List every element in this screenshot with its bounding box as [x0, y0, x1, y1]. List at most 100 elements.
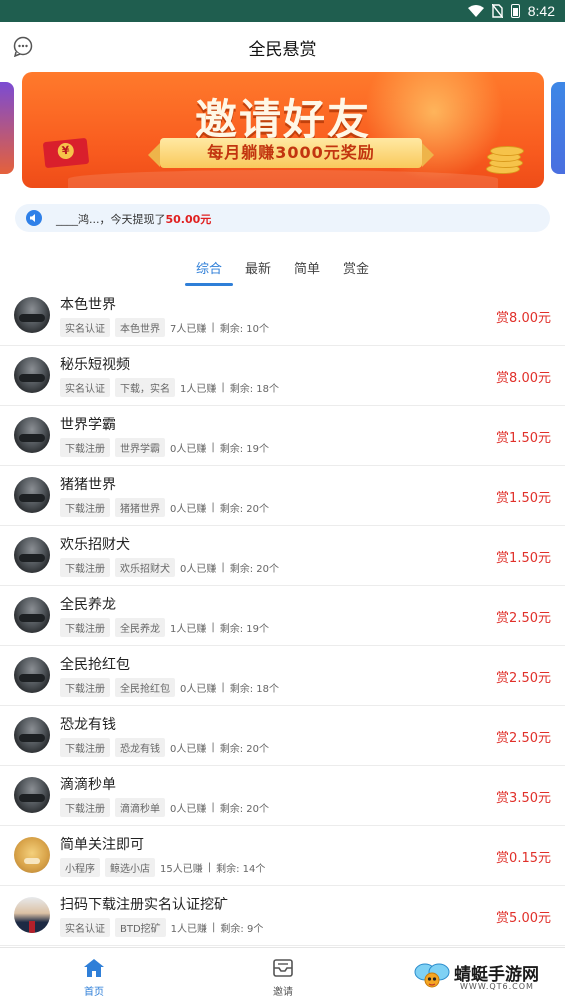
- banner-next-peek[interactable]: [551, 82, 565, 174]
- notice-text: ____鸿...，今天提现了50.00元: [56, 211, 211, 227]
- task-tag: 本色世界: [115, 318, 165, 337]
- task-reward: 赏1.50元: [496, 551, 551, 566]
- task-separator: |: [211, 622, 215, 633]
- task-tag: 实名认证: [60, 918, 110, 937]
- task-row[interactable]: 全民养龙 下载注册 全民养龙 1人已赚 | 剩余: 19个 赏2.50元: [0, 586, 565, 646]
- task-tag: 鲸选小店: [105, 858, 155, 877]
- task-row[interactable]: 全民抢红包 下载注册 全民抢红包 0人已赚 | 剩余: 18个 赏2.50元: [0, 646, 565, 706]
- task-tag: 下载，实名: [115, 378, 175, 397]
- task-reward: 赏2.50元: [496, 671, 551, 686]
- task-tag: 滴滴秒单: [115, 798, 165, 817]
- task-reward: 赏5.00元: [496, 911, 551, 926]
- task-remaining: 剩余: 20个: [219, 804, 270, 815]
- task-meta: 下载注册 滴滴秒单 0人已赚 | 剩余: 20个: [60, 798, 269, 817]
- banner-carousel[interactable]: 邀请好友 每月躺赚3000元奖励: [0, 72, 565, 192]
- task-row[interactable]: 欢乐招财犬 下载注册 欢乐招财犬 0人已赚 | 剩余: 20个 赏1.50元: [0, 526, 565, 586]
- task-earned-count: 1人已赚: [170, 924, 208, 935]
- status-bar: 8:42: [0, 0, 565, 22]
- nav-home-label: 首页: [84, 987, 104, 998]
- task-name: 世界学霸: [60, 417, 116, 433]
- task-row[interactable]: 滴滴秒单 下载注册 滴滴秒单 0人已赚 | 剩余: 20个 赏3.50元: [0, 766, 565, 826]
- task-separator: |: [221, 382, 225, 393]
- nav-home[interactable]: 首页: [54, 948, 134, 999]
- task-meta: 下载注册 全民养龙 1人已赚 | 剩余: 19个: [60, 618, 269, 637]
- status-icons: 8:42: [467, 2, 555, 20]
- tab-comprehensive[interactable]: 综合: [196, 258, 222, 277]
- task-avatar: [14, 657, 50, 693]
- task-remaining: 剩余: 18个: [229, 384, 280, 395]
- task-remaining: 剩余: 20个: [219, 504, 270, 515]
- app-header: 全民悬赏: [0, 22, 565, 70]
- task-avatar: [14, 537, 50, 573]
- task-meta: 实名认证 本色世界 7人已赚 | 剩余: 10个: [60, 318, 269, 337]
- wifi-icon: [467, 5, 484, 17]
- task-name: 秘乐短视频: [60, 357, 130, 373]
- task-tag: 世界学霸: [115, 438, 165, 457]
- tab-simple[interactable]: 简单: [294, 258, 320, 277]
- task-name: 全民抢红包: [60, 657, 130, 673]
- task-avatar: [14, 777, 50, 813]
- task-remaining: 剩余: 20个: [229, 564, 280, 575]
- filter-tabs: 综合 最新 简单 赏金: [0, 256, 565, 286]
- task-avatar: [14, 417, 50, 453]
- notice-message: ____鸿...，今天提现了: [56, 213, 166, 226]
- task-meta: 下载注册 全民抢红包 0人已赚 | 剩余: 18个: [60, 678, 279, 697]
- task-earned-count: 0人已赚: [170, 744, 207, 755]
- task-name: 恐龙有钱: [60, 717, 116, 733]
- task-remaining: 剩余: 19个: [219, 444, 270, 455]
- no-sim-icon: [491, 4, 503, 18]
- nav-invite[interactable]: 邀请: [243, 948, 323, 999]
- coin-stack-icon: [486, 146, 526, 176]
- task-separator: |: [207, 862, 212, 873]
- task-row[interactable]: 简单关注即可 小程序 鲸选小店 15人已赚 | 剩余: 14个 赏0.15元: [0, 826, 565, 886]
- task-row[interactable]: 猪猪世界 下载注册 猪猪世界 0人已赚 | 剩余: 20个 赏1.50元: [0, 466, 565, 526]
- withdrawal-notice: ____鸿...，今天提现了50.00元: [15, 204, 550, 232]
- task-reward: 赏8.00元: [496, 371, 551, 386]
- task-tag: 下载注册: [60, 438, 110, 457]
- task-tag: 小程序: [60, 858, 100, 877]
- task-row[interactable]: 扫码下载注册实名认证挖矿 实名认证 BTD挖矿 1人已赚 | 剩余: 9个 赏5.00元: [0, 886, 565, 946]
- task-tag: 全民抢红包: [115, 678, 175, 697]
- banner-prev-peek[interactable]: [0, 82, 14, 174]
- banner-pedestal: [68, 170, 498, 188]
- task-meta: 下载注册 猪猪世界 0人已赚 | 剩余: 20个: [60, 498, 269, 517]
- task-meta: 下载注册 世界学霸 0人已赚 | 剩余: 19个: [60, 438, 269, 457]
- notice-amount: 50.00元: [165, 213, 212, 226]
- task-avatar: [14, 297, 50, 333]
- task-remaining: 剩余: 14个: [216, 864, 266, 875]
- task-reward: 赏1.50元: [496, 491, 551, 506]
- task-separator: |: [221, 682, 225, 693]
- task-name: 欢乐招财犬: [60, 537, 130, 553]
- task-meta: 实名认证 BTD挖矿 1人已赚 | 剩余: 9个: [60, 918, 263, 937]
- task-meta: 小程序 鲸选小店 15人已赚 | 剩余: 14个: [60, 858, 265, 877]
- task-tag: 下载注册: [60, 738, 110, 757]
- invite-banner[interactable]: 邀请好友 每月躺赚3000元奖励: [22, 72, 544, 188]
- status-time: 8:42: [527, 3, 555, 19]
- task-separator: |: [211, 802, 215, 813]
- invite-mail-icon: [273, 959, 293, 977]
- task-reward: 赏0.15元: [496, 851, 551, 866]
- task-tag: 全民养龙: [115, 618, 165, 637]
- task-remaining: 剩余: 20个: [219, 744, 270, 755]
- task-earned-count: 7人已赚: [170, 324, 207, 335]
- tab-bounty[interactable]: 赏金: [343, 258, 369, 277]
- task-tag: 下载注册: [60, 558, 110, 577]
- battery-icon: [510, 4, 520, 18]
- task-avatar: [14, 597, 50, 633]
- site-watermark: 蜻蜓手游网 WWW.QT6.COM: [414, 958, 559, 996]
- task-reward: 赏2.50元: [496, 611, 551, 626]
- task-earned-count: 1人已赚: [180, 384, 217, 395]
- task-row[interactable]: 本色世界 实名认证 本色世界 7人已赚 | 剩余: 10个 赏8.00元: [0, 286, 565, 346]
- task-separator: |: [221, 562, 225, 573]
- tab-latest[interactable]: 最新: [245, 258, 271, 277]
- task-separator: |: [211, 322, 215, 333]
- task-row[interactable]: 世界学霸 下载注册 世界学霸 0人已赚 | 剩余: 19个 赏1.50元: [0, 406, 565, 466]
- banner-ribbon: 每月躺赚3000元奖励: [148, 138, 434, 168]
- task-avatar: [14, 897, 50, 933]
- task-earned-count: 1人已赚: [170, 624, 207, 635]
- task-name: 简单关注即可: [60, 837, 144, 853]
- task-separator: |: [211, 442, 215, 453]
- task-row[interactable]: 秘乐短视频实名认证 下载，实名 1人已赚 | 剩余: 18个 赏8.00元: [0, 346, 565, 406]
- task-tag: 实名认证: [60, 378, 110, 397]
- task-row[interactable]: 恐龙有钱 下载注册 恐龙有钱 0人已赚 | 剩余: 20个 赏2.50元: [0, 706, 565, 766]
